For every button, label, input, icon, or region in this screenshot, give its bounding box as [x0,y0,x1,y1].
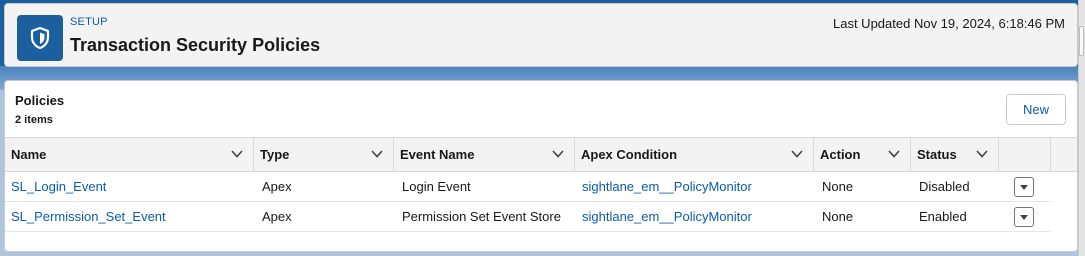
policy-name-link[interactable]: SL_Login_Event [5,172,106,201]
column-label: Event Name [400,147,475,162]
column-header-action[interactable]: Action [814,138,911,171]
event-name-cell: Permission Set Event Store [402,209,561,224]
type-cell: Apex [262,209,292,224]
event-name-cell: Login Event [402,179,471,194]
column-label: Apex Condition [581,147,678,162]
column-label: Name [11,147,47,162]
apex-condition-link[interactable]: sightlane_em__PolicyMonitor [576,172,752,201]
new-button[interactable]: New [1006,94,1066,125]
page-header: SETUP Transaction Security Policies Last… [4,3,1078,67]
action-cell: None [822,179,854,194]
chevron-down-icon[interactable] [791,149,803,159]
action-cell: None [822,209,854,224]
last-updated-timestamp: Last Updated Nov 19, 2024, 6:18:46 PM [833,16,1065,31]
item-count: 2 items [15,114,53,126]
status-cell: Enabled [919,209,967,224]
chevron-down-icon[interactable] [888,149,900,159]
table-header: Name Type Event Name Apex Condition Acti… [5,137,1077,172]
apex-condition-link[interactable]: sightlane_em__PolicyMonitor [576,202,752,231]
page-title: Transaction Security Policies [70,35,321,55]
column-header-type[interactable]: Type [254,138,394,171]
dropdown-caret-icon [1020,214,1028,220]
column-header-name[interactable]: Name [5,138,254,171]
column-header-apex-condition[interactable]: Apex Condition [575,138,814,171]
breadcrumb-setup[interactable]: SETUP [70,16,108,28]
list-title: Policies [15,93,65,108]
status-cell: Disabled [919,179,970,194]
scrollbar-thumb[interactable] [1079,26,1084,56]
column-label: Status [917,147,957,162]
table-row: SL_Login_Event Apex Login Event sightlan… [5,172,1051,202]
setup-icon-container [17,15,63,61]
type-cell: Apex [262,179,292,194]
chevron-down-icon[interactable] [552,149,564,159]
chevron-down-icon[interactable] [231,149,243,159]
table-row: SL_Permission_Set_Event Apex Permission … [5,202,1051,232]
chevron-down-icon[interactable] [976,149,988,159]
row-actions-button[interactable] [1014,177,1034,197]
column-header-actions [999,138,1051,171]
dropdown-caret-icon [1020,184,1028,190]
column-header-event-name[interactable]: Event Name [394,138,575,171]
chevron-down-icon[interactable] [371,149,383,159]
policies-list-card: Policies 2 items New Name Type Event Nam… [4,80,1078,252]
policy-name-link[interactable]: SL_Permission_Set_Event [5,202,166,231]
column-label: Type [260,147,290,162]
column-label: Action [820,147,861,162]
shield-icon [30,26,50,50]
column-header-status[interactable]: Status [911,138,999,171]
scrollbar[interactable] [1078,0,1085,256]
row-actions-button[interactable] [1014,207,1034,227]
